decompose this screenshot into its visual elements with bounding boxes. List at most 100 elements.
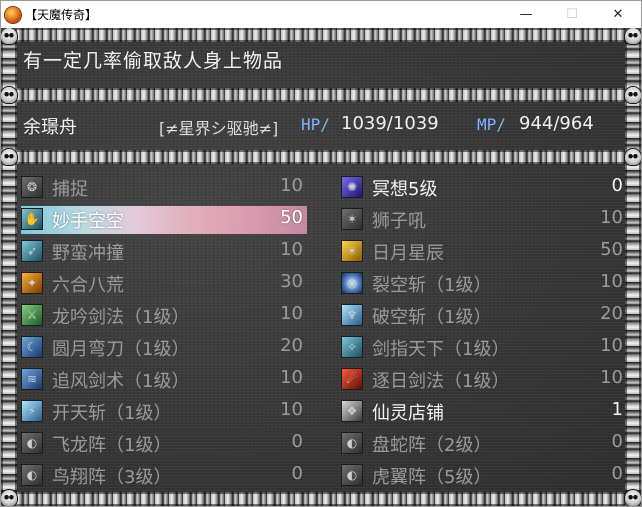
character-name: 余璟舟 [23, 117, 77, 138]
skill-level: 0 [611, 463, 623, 484]
skill-item[interactable]: ✧ 剑指天下（1级） 10 [341, 334, 627, 362]
skull-icon [625, 87, 641, 103]
skill-level: 10 [600, 335, 623, 356]
skull-icon [1, 490, 17, 506]
skill-name: 日月星辰 [372, 243, 444, 264]
void-slash-icon: ◎ [341, 272, 363, 294]
skill-item[interactable]: ⚔ 龙吟剑法（1级） 10 [21, 302, 307, 330]
tiger-formation-icon: ◐ [341, 464, 363, 486]
bird-formation-icon: ◐ [21, 464, 43, 486]
skill-level: 10 [280, 175, 303, 196]
skill-item[interactable]: ☄ 逐日剑法（1级） 10 [341, 366, 627, 394]
skill-item[interactable]: ≋ 追风剑术（1级） 10 [21, 366, 307, 394]
hp-label: HP/ [301, 115, 330, 134]
shop-icon: ❖ [341, 400, 363, 422]
sword-point-icon: ✧ [341, 336, 363, 358]
skill-level: 10 [280, 399, 303, 420]
six-directions-icon: ✦ [21, 272, 43, 294]
skill-level: 50 [280, 207, 303, 228]
dragon-sword-icon: ⚔ [21, 304, 43, 326]
sky-slash-icon: ⚡ [21, 400, 43, 422]
skill-name: 裂空斩（1级） [372, 275, 492, 296]
skill-level: 0 [291, 431, 303, 452]
skull-icon [1, 87, 17, 103]
skill-level: 10 [280, 303, 303, 324]
skill-name: 鸟翔阵（3级） [52, 467, 172, 488]
skill-name: 捕捉 [52, 179, 88, 200]
mp-label: MP/ [477, 115, 506, 134]
skill-name: 虎翼阵（5级） [372, 467, 492, 488]
skill-item[interactable]: ✶ 狮子吼 10 [341, 206, 627, 234]
skill-level: 20 [600, 303, 623, 324]
app-icon [5, 6, 21, 23]
skill-item[interactable]: ❖ 仙灵店铺 1 [341, 398, 627, 426]
close-button[interactable]: ✕ [595, 1, 641, 28]
skill-level: 10 [280, 239, 303, 260]
skill-item[interactable]: ✦ 六合八荒 30 [21, 270, 307, 298]
skill-name: 圆月弯刀（1级） [52, 339, 190, 360]
skill-level: 50 [600, 239, 623, 260]
skill-name: 龙吟剑法（1级） [52, 307, 190, 328]
skill-level: 0 [611, 431, 623, 452]
skill-level: 30 [280, 271, 303, 292]
skill-item[interactable]: ◐ 虎翼阵（5级） 0 [341, 462, 627, 490]
skull-icon [1, 28, 17, 44]
skull-icon [1, 149, 17, 165]
skill-item[interactable]: ✺ 冥想5级 0 [341, 174, 627, 202]
skill-name: 破空斩（1级） [372, 307, 492, 328]
skill-item[interactable]: ◎ 裂空斩（1级） 10 [341, 270, 627, 298]
skill-name: 飞龙阵（1级） [52, 435, 172, 456]
skill-item[interactable]: ➶ 野蛮冲撞 10 [21, 238, 307, 266]
character-guild: [≠星界シ驱驰≠] [159, 119, 279, 138]
skill-name: 逐日剑法（1级） [372, 371, 510, 392]
skill-panel: 有一定几率偷取敌人身上物品 余璟舟 [≠星界シ驱驰≠] HP/ 1039/103… [1, 28, 641, 506]
skill-level: 20 [280, 335, 303, 356]
skill-name: 六合八荒 [52, 275, 124, 296]
snake-formation-icon: ◐ [341, 432, 363, 454]
skill-item-selected[interactable]: ✋ 妙手空空 50 [21, 206, 307, 234]
skill-description: 有一定几率偷取敌人身上物品 [23, 50, 284, 72]
ornament-border-mid-1 [1, 88, 641, 102]
meditation-icon: ✺ [341, 176, 363, 198]
steal-icon: ✋ [21, 208, 43, 230]
skill-level: 10 [280, 367, 303, 388]
skill-item[interactable]: ☀ 日月星辰 50 [341, 238, 627, 266]
skill-name: 狮子吼 [372, 211, 426, 232]
skill-level: 10 [600, 271, 623, 292]
skill-item[interactable]: ◐ 盘蛇阵（2级） 0 [341, 430, 627, 458]
charge-icon: ➶ [21, 240, 43, 262]
skill-level: 10 [600, 367, 623, 388]
skull-icon [625, 490, 641, 506]
skill-name: 冥想5级 [372, 179, 438, 200]
window-controls: — ☐ ✕ [503, 1, 641, 28]
window-title: 【天魔传奇】 [25, 8, 98, 22]
ornament-border-mid-2 [1, 150, 641, 164]
game-window: 【天魔传奇】 — ☐ ✕ 有一定几率偷取敌人身上物品 余璟舟 [≠星界シ驱驰≠]… [0, 0, 642, 507]
title-bar[interactable]: 【天魔传奇】 — ☐ ✕ [1, 1, 641, 28]
skill-item[interactable]: ◐ 飞龙阵（1级） 0 [21, 430, 307, 458]
skill-item[interactable]: ◐ 鸟翔阵（3级） 0 [21, 462, 307, 490]
minimize-button[interactable]: — [503, 1, 549, 28]
skill-name: 剑指天下（1级） [372, 339, 510, 360]
ornament-border-bottom [1, 492, 641, 506]
skill-name: 仙灵店铺 [372, 403, 444, 424]
skull-icon [625, 28, 641, 44]
skull-icon [625, 149, 641, 165]
ornament-border-top [1, 28, 641, 42]
skill-item[interactable]: ☾ 圆月弯刀（1级） 20 [21, 334, 307, 362]
sun-chase-icon: ☄ [341, 368, 363, 390]
skill-item[interactable]: ❂ 捕捉 10 [21, 174, 307, 202]
break-sky-icon: ♆ [341, 304, 363, 326]
skill-name: 开天斩（1级） [52, 403, 172, 424]
character-info: 余璟舟 [≠星界シ驱驰≠] HP/ 1039/1039 MP/ 944/964 [23, 113, 623, 141]
skill-item[interactable]: ♆ 破空斩（1级） 20 [341, 302, 627, 330]
lion-roar-icon: ✶ [341, 208, 363, 230]
hp-value: 1039/1039 [341, 113, 439, 134]
wind-sword-icon: ≋ [21, 368, 43, 390]
skill-item[interactable]: ⚡ 开天斩（1级） 10 [21, 398, 307, 426]
maximize-button[interactable]: ☐ [549, 1, 595, 28]
skill-name: 盘蛇阵（2级） [372, 435, 492, 456]
crescent-blade-icon: ☾ [21, 336, 43, 358]
skill-level: 0 [291, 463, 303, 484]
skill-name: 野蛮冲撞 [52, 243, 124, 264]
